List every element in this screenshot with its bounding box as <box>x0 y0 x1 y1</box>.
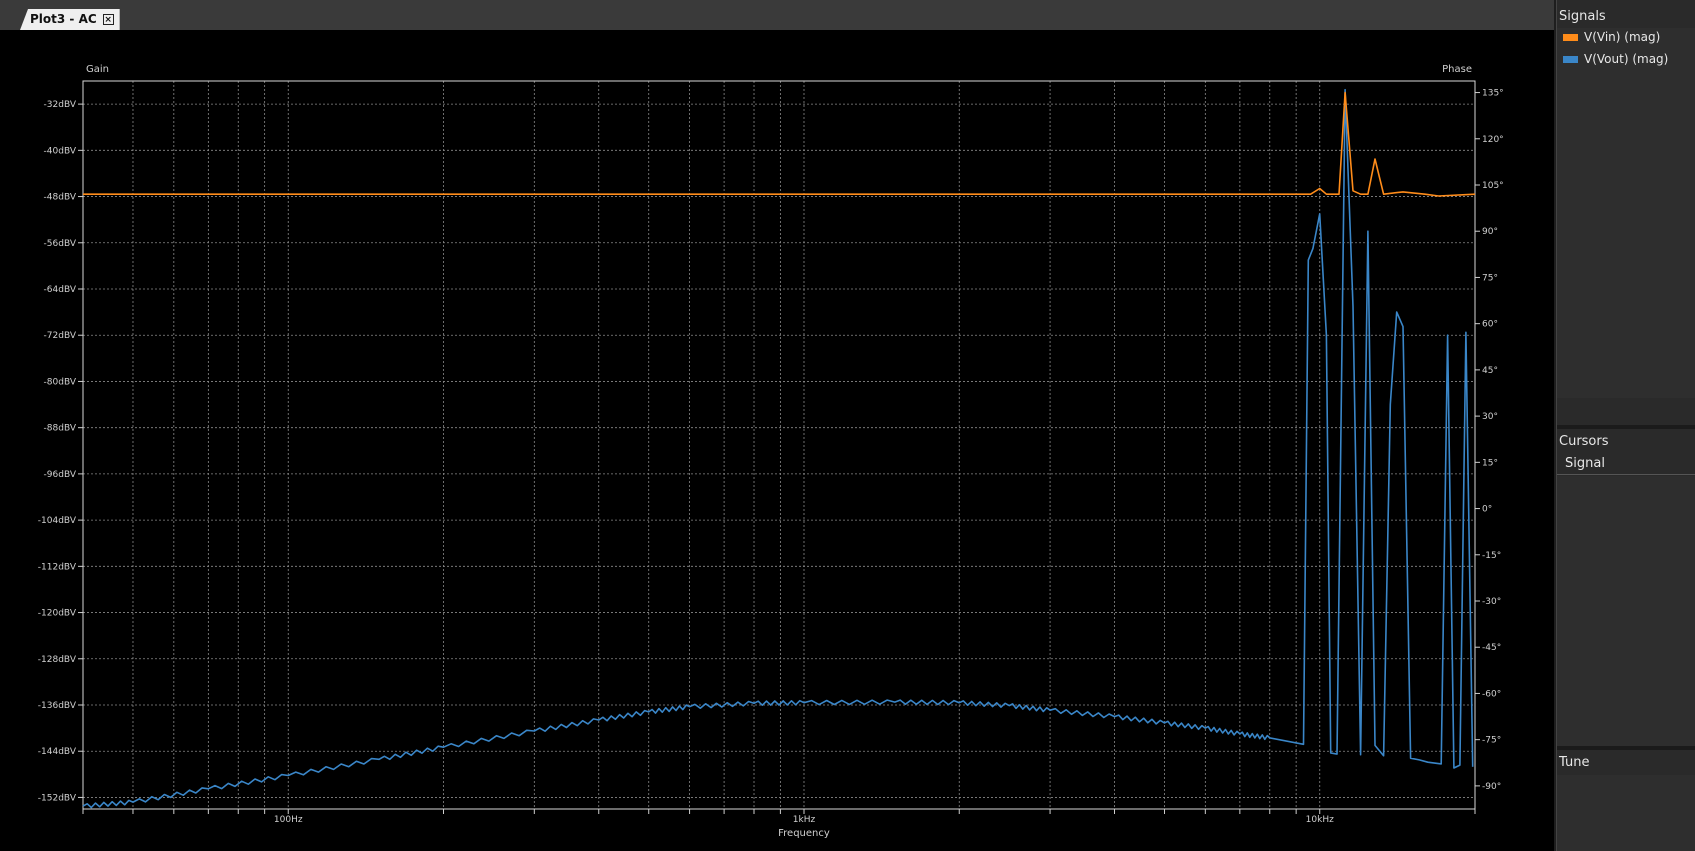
y-tick-label: -88dBV <box>44 424 77 434</box>
vout-color-swatch <box>1563 55 1578 63</box>
y-tick-label: -144dBV <box>38 747 77 757</box>
y-tick-label: -112dBV <box>38 562 77 572</box>
y2-tick-label: -90° <box>1482 782 1501 792</box>
vin-color-swatch <box>1563 33 1578 41</box>
cursors-column-signal[interactable]: Signal <box>1557 453 1695 475</box>
y-tick-label: -40dBV <box>44 146 77 156</box>
signal-item-vin[interactable]: V(Vin) (mag) <box>1563 30 1660 44</box>
y2-tick-label: -45° <box>1482 643 1501 653</box>
tune-panel <box>1557 775 1695 851</box>
tab-plot3-ac[interactable]: Plot3 - AC × <box>20 9 120 30</box>
bode-plot[interactable]: -32dBV -40dBV -48dBV -56dBV -64dBV -72dBV -80d… <box>0 30 1554 851</box>
y2-tick-label: -15° <box>1482 551 1501 561</box>
y-axis-label: Gain <box>86 64 109 75</box>
y2-tick-label: 30° <box>1482 412 1498 422</box>
y2-tick-label: 45° <box>1482 366 1498 376</box>
y2-tick-label: 0° <box>1482 505 1492 515</box>
x-axis-label: Frequency <box>778 828 830 839</box>
y2-tick-label: 75° <box>1482 273 1498 283</box>
series-line-vin <box>83 91 1476 197</box>
signal-label: V(Vout) (mag) <box>1584 52 1669 66</box>
y2-tick-label: 135° <box>1482 89 1504 99</box>
y2-axis-label: Phase <box>1442 64 1472 75</box>
plot-frame <box>82 80 1476 810</box>
y2-tick-label: 120° <box>1482 135 1504 145</box>
signals-list: V(Vin) (mag) V(Vout) (mag) <box>1557 28 1695 398</box>
y-tick-label: -152dBV <box>38 793 77 803</box>
x-tick-label: 10kHz <box>1306 815 1334 825</box>
y2-tick-label: 105° <box>1482 181 1504 191</box>
y-tick-label: -32dBV <box>44 100 77 110</box>
y-tick-label: -120dBV <box>38 609 77 619</box>
signal-label: V(Vin) (mag) <box>1584 30 1661 44</box>
y-tick-label: -56dBV <box>44 239 77 249</box>
close-icon[interactable]: × <box>102 14 114 25</box>
cursors-list <box>1557 476 1695 746</box>
y-tick-label: -64dBV <box>44 285 77 295</box>
tune-title: Tune <box>1559 755 1590 770</box>
y-tick-label: -96dBV <box>44 470 77 480</box>
y2-tick-label: 15° <box>1482 458 1498 468</box>
y-tick-label: -104dBV <box>38 516 77 526</box>
panel-splitter[interactable] <box>1557 746 1695 750</box>
y2-tick-label: 60° <box>1482 320 1498 330</box>
plot-area: Plot3 - AC × -32dBV -40dBV -48dBV -56dBV -64… <box>0 0 1554 851</box>
chart-container: -32dBV -40dBV -48dBV -56dBV -64dBV -72dBV -80d… <box>0 30 1554 851</box>
panel-splitter[interactable] <box>1557 425 1695 429</box>
side-panel: Signals V(Vin) (mag) V(Vout) (mag) Curso… <box>1556 0 1695 851</box>
x-tick-label: 1kHz <box>793 815 816 825</box>
x-tick-label: 100Hz <box>274 815 303 825</box>
y-tick-label: -72dBV <box>44 331 77 341</box>
series-line-vout <box>82 88 1474 809</box>
y2-tick-label: -60° <box>1482 689 1501 699</box>
tab-bar: Plot3 - AC × <box>0 0 1554 31</box>
y2-tick-label: -30° <box>1482 597 1501 607</box>
y2-tick-label: 90° <box>1482 227 1498 237</box>
y-tick-label: -136dBV <box>38 701 77 711</box>
y-tick-label: -48dBV <box>44 193 77 203</box>
signals-title: Signals <box>1559 9 1606 24</box>
y-tick-label: -80dBV <box>44 377 77 387</box>
tab-label: Plot3 - AC <box>30 12 97 26</box>
signal-item-vout[interactable]: V(Vout) (mag) <box>1563 52 1668 66</box>
y2-tick-label: -75° <box>1482 736 1501 746</box>
cursors-title: Cursors <box>1559 434 1609 449</box>
y-tick-label: -128dBV <box>38 655 77 665</box>
